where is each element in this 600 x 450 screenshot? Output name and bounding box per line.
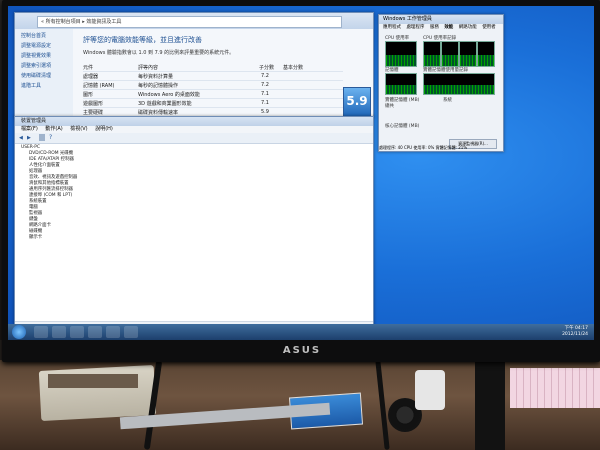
perf-sidebar: 控制台首頁 調整電源設定 調整視覺效果 調整索引選項 使用磁碟清理 進階工具 [15, 29, 73, 117]
cell-component: 記憶體 (RAM) [83, 83, 115, 89]
monitor: ASUS « 所有控制台項目 ▸ 效能資訊及工具 控制台首頁 調整電源設定 調整… [2, 0, 600, 362]
perf-title: 評等您的電腦效能等級，並且進行改善 [83, 36, 202, 44]
desktop-screen: « 所有控制台項目 ▸ 效能資訊及工具 控制台首頁 調整電源設定 調整視覺效果 … [8, 6, 594, 340]
tab[interactable]: 處理程序 [406, 25, 424, 30]
menu-bar: 檔案(F) 動作(A) 檢視(V) 說明(H) [15, 126, 373, 133]
tree-node[interactable]: 顯示卡 [29, 235, 77, 241]
toolbar: ◀ ▶ ? [15, 133, 373, 144]
score-table: 元件 評等內容 子分數 基本分數 處理器 每秒資料計算量 7.2 記憶體 (RA… [83, 63, 343, 117]
properties-icon[interactable] [39, 134, 45, 141]
menu-item[interactable]: 說明(H) [95, 126, 113, 132]
taskbar: 下午 04:17 2012/11/24 [8, 324, 594, 340]
memory-graph [385, 73, 417, 95]
total-label: 總共 [385, 104, 394, 109]
back-icon[interactable]: ◀ [19, 135, 23, 141]
cpu-core-graph [459, 41, 477, 67]
monitor-brand-logo: ASUS [282, 345, 322, 356]
tab[interactable]: 應用程式 [383, 25, 401, 30]
perf-description: Windows 體驗指數會以 1.0 到 7.9 的比例來評量重要的系統元件。 [83, 50, 235, 56]
performance-info-window: « 所有控制台項目 ▸ 效能資訊及工具 控制台首頁 調整電源設定 調整視覺效果 … [14, 12, 374, 118]
power-strip [415, 370, 445, 410]
column-header: 子分數 [259, 65, 275, 71]
cell-component: 圖形 [83, 92, 94, 98]
table-row: 處理器 每秒資料計算量 7.2 [83, 72, 343, 81]
tab[interactable]: 效能 [444, 25, 453, 30]
start-button[interactable] [12, 325, 26, 339]
device-manager-window: 裝置管理員 檔案(F) 動作(A) 檢視(V) 說明(H) ◀ ▶ ? USER… [14, 116, 374, 330]
table-row: 圖形 Windows Aero 的桌面效能 7.1 [83, 90, 343, 99]
sidebar-link[interactable]: 調整視覺效果 [21, 52, 73, 59]
task-manager-icon[interactable] [124, 326, 138, 338]
sidebar-link[interactable]: 調整索引選項 [21, 62, 73, 69]
window-title: Windows 工作管理員 [379, 15, 503, 24]
column-header: 元件 [83, 65, 94, 71]
system-tray-clock[interactable]: 下午 04:17 2012/11/24 [498, 326, 588, 338]
cpu-core-graph [423, 41, 441, 67]
cell-detail: 每秒的記憶體操作 [138, 83, 179, 89]
cell-detail: 每秒資料計算量 [138, 74, 174, 80]
tab[interactable]: 使用者 [482, 25, 496, 30]
column-header: 基本分數 [283, 65, 304, 71]
forward-icon[interactable]: ▶ [27, 135, 31, 141]
menu-item[interactable]: 檔案(F) [21, 126, 38, 132]
address-bar: « 所有控制台項目 ▸ 效能資訊及工具 [15, 13, 373, 29]
device-tree: USER-PC DVD/CD-ROM 光碟機 IDE ATA/ATAPI 控制器… [21, 145, 77, 241]
cell-score: 7.2 [261, 73, 269, 79]
cell-detail: 磁碟資料傳輸速率 [138, 110, 179, 116]
status-bar: 處理程序: 40 CPU 使用率: 0% 實體記憶體: 21% [379, 145, 468, 150]
cell-score: 7.1 [261, 100, 269, 106]
system-label: 系統 [443, 98, 452, 103]
cell-score: 5.9 [261, 109, 269, 115]
help-icon[interactable]: ? [49, 134, 52, 141]
monitor-stand [475, 362, 505, 450]
keyboard [510, 368, 600, 408]
sidebar-link[interactable]: 調整電源設定 [21, 42, 73, 49]
cell-detail: 3D 遊戲和商業圖形效能 [138, 101, 192, 107]
cell-detail: Windows Aero 的桌面效能 [138, 92, 200, 98]
kernel-memory-label: 核心記憶體 (MB) [385, 124, 420, 129]
tab[interactable]: 網路功能 [459, 25, 477, 30]
address-field[interactable]: « 所有控制台項目 ▸ 效能資訊及工具 [37, 16, 342, 28]
cpu-usage-graph [385, 41, 417, 67]
cpu-core-graph [477, 41, 495, 67]
sidebar-link[interactable]: 進階工具 [21, 82, 73, 89]
table-row: 記憶體 (RAM) 每秒的記憶體操作 7.2 [83, 81, 343, 90]
explorer-icon[interactable] [52, 326, 66, 338]
column-header: 評等內容 [138, 65, 159, 71]
tab[interactable]: 服務 [430, 25, 439, 30]
sidebar-link[interactable]: 控制台首頁 [21, 32, 73, 39]
cell-component: 遊戲圖形 [83, 101, 104, 107]
tab-strip: 應用程式 處理程序 服務 效能 網路功能 使用者 [379, 24, 503, 32]
tissue-box-band [48, 374, 138, 388]
cell-score: 7.2 [261, 82, 269, 88]
table-row: 遊戲圖形 3D 遊戲和商業圖形效能 7.1 [83, 99, 343, 108]
device-manager-icon[interactable] [106, 326, 120, 338]
menu-item[interactable]: 動作(A) [45, 126, 62, 132]
cpu-core-graph [441, 41, 459, 67]
task-manager-window: Windows 工作管理員 應用程式 處理程序 服務 效能 網路功能 使用者 C… [378, 14, 504, 152]
base-score-badge: 5.9 [343, 87, 371, 117]
app-icon[interactable] [88, 326, 102, 338]
table-header: 元件 評等內容 子分數 基本分數 [83, 63, 343, 72]
window-title: 裝置管理員 [15, 117, 373, 126]
cell-component: 處理器 [83, 74, 99, 80]
clock-date: 2012/11/24 [562, 332, 588, 337]
memory-history-graph [423, 73, 495, 95]
sidebar-link[interactable]: 使用磁碟清理 [21, 72, 73, 79]
cell-score: 7.1 [261, 91, 269, 97]
ie-icon[interactable] [34, 326, 48, 338]
cell-component: 主要硬碟 [83, 110, 104, 116]
menu-item[interactable]: 檢視(V) [70, 126, 87, 132]
media-player-icon[interactable] [70, 326, 84, 338]
